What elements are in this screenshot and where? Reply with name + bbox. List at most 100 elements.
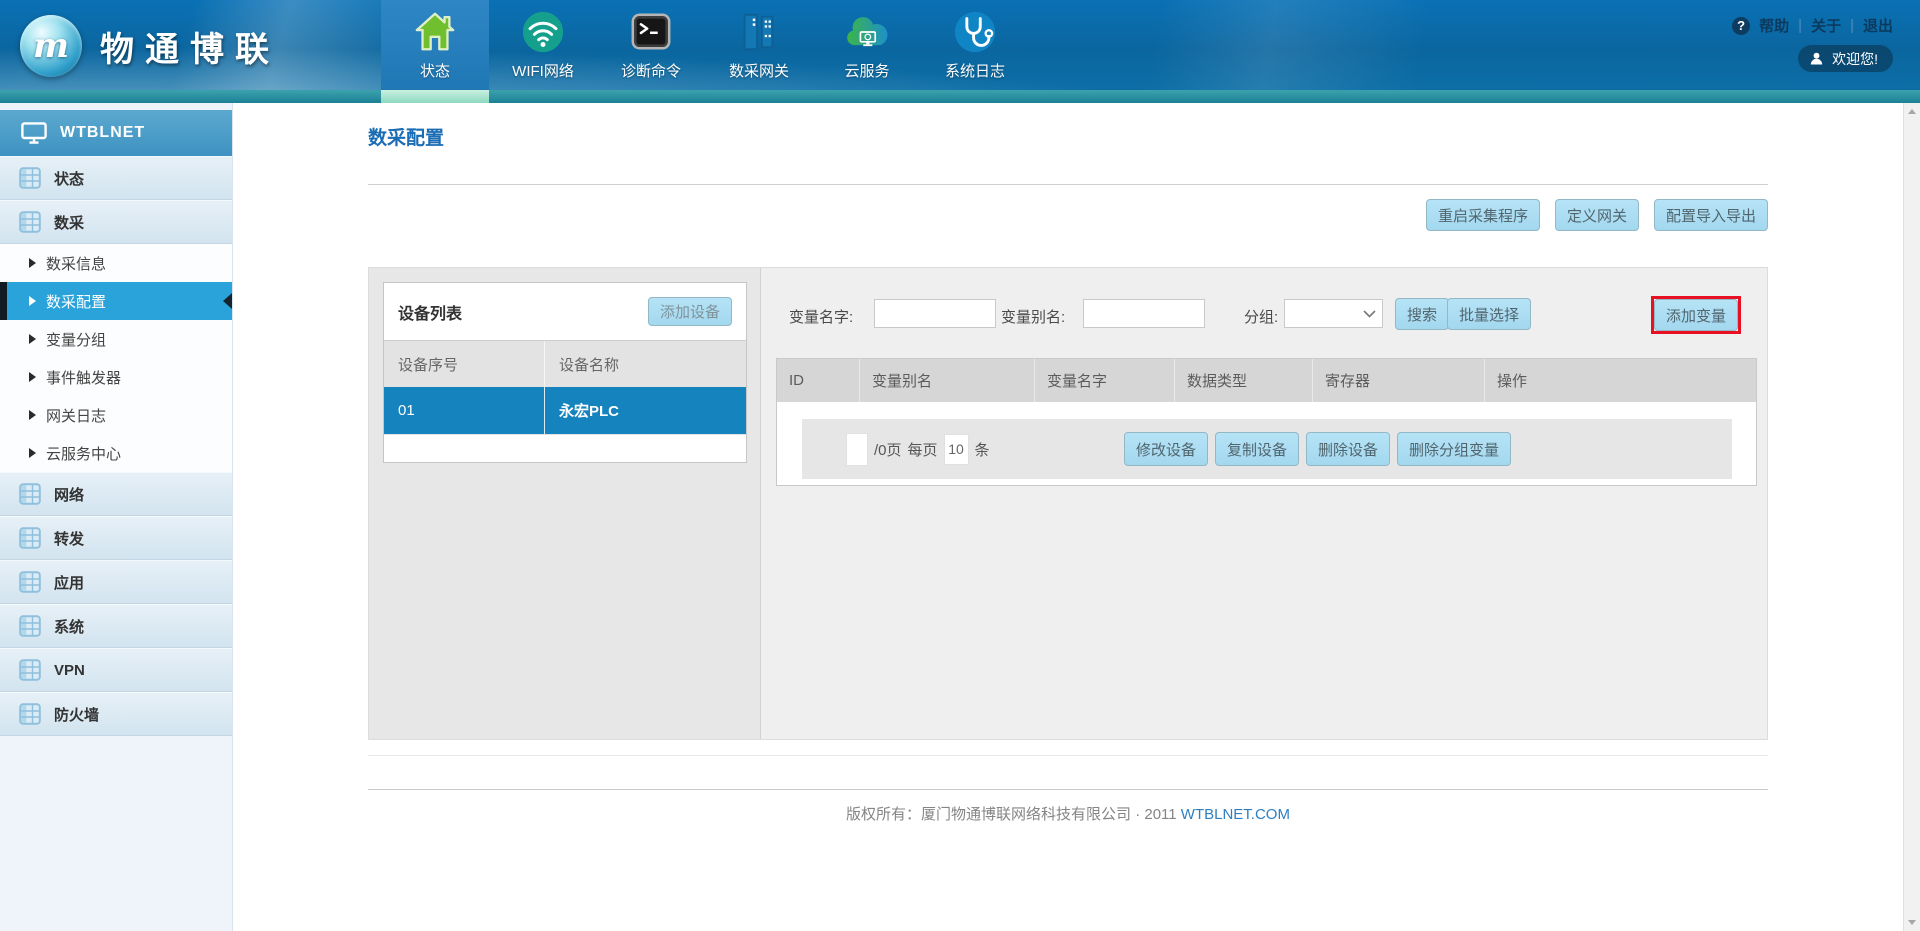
page-title: 数采配置 [368, 123, 444, 150]
sidebar-item-network[interactable]: 网络 [0, 472, 232, 516]
stethoscope-icon [952, 9, 998, 55]
device-list-header: 设备列表 添加设备 [384, 283, 746, 340]
sidebar-title: WTBLNET [0, 110, 232, 156]
scroll-down-arrow-icon[interactable] [1908, 920, 1916, 925]
nav-tab-wifi-network[interactable]: WIFI网络 [489, 0, 597, 90]
sidebar-item-data-acquisition[interactable]: 数采 [0, 200, 232, 244]
logout-link[interactable]: 退出 [1863, 15, 1893, 36]
top-nav: 状态 WIFI网络 诊断命令 数采网关 [381, 0, 1029, 90]
per-page-input[interactable] [944, 434, 969, 465]
welcome-badge[interactable]: 欢迎您! [1798, 45, 1893, 72]
main-content: 数采配置 重启采集程序 定义网关 配置导入导出 设备列表 添加设备 设备序号 设… [233, 103, 1920, 931]
device-name-cell: 永宏PLC [545, 387, 746, 434]
sidebar-subitem-label: 网关日志 [46, 405, 106, 426]
top-links: ? 帮助 | 关于 | 退出 [1732, 15, 1893, 36]
define-gateway-button[interactable]: 定义网关 [1555, 199, 1639, 231]
variable-name-input[interactable] [874, 299, 996, 328]
footer-divider [368, 789, 1768, 790]
sidebar-item-status[interactable]: 状态 [0, 156, 232, 200]
vertical-scrollbar[interactable] [1903, 103, 1920, 931]
device-row-selected[interactable]: 01 永宏PLC [384, 387, 746, 434]
sidebar-item-application[interactable]: 应用 [0, 560, 232, 604]
device-table-header: 设备序号 设备名称 [384, 340, 746, 387]
about-link[interactable]: 关于 [1811, 15, 1841, 36]
copy-device-button[interactable]: 复制设备 [1215, 432, 1299, 466]
header-strip [0, 90, 1920, 103]
variable-alias-input[interactable] [1083, 299, 1205, 328]
add-variable-highlight: 添加变量 [1651, 296, 1741, 334]
gateway-icon [736, 9, 782, 55]
grid-icon [19, 167, 41, 189]
group-select[interactable] [1284, 299, 1383, 328]
nav-tab-diagnostic-command[interactable]: 诊断命令 [597, 0, 705, 90]
sidebar-subitem-label: 数采信息 [46, 253, 106, 274]
footer: 版权所有：厦门物通博联网络科技有限公司 · 2011 WTBLNET.COM [368, 803, 1768, 824]
help-icon: ? [1732, 17, 1750, 35]
per-page-label: 每页 [908, 439, 938, 460]
sidebar-subitem-variable-group[interactable]: 变量分组 [0, 320, 232, 358]
content-bottom-divider [368, 755, 1768, 756]
wtblnet-admin-page: m 物通博联 状态 WIFI网络 诊断命令 [0, 0, 1920, 931]
sidebar-subitem-cloud-center[interactable]: 云服务中心 [0, 434, 232, 472]
scroll-up-arrow-icon[interactable] [1908, 109, 1916, 114]
wtblnet-link[interactable]: WTBLNET.COM [1181, 806, 1290, 823]
collection-config-panel: 设备列表 添加设备 设备序号 设备名称 01 永宏PLC 变量名字: 变量别名:… [368, 267, 1768, 740]
grid-icon [19, 615, 41, 637]
device-list-title: 设备列表 [398, 300, 462, 324]
sidebar-item-forwarding[interactable]: 转发 [0, 516, 232, 560]
nav-tab-data-gateway[interactable]: 数采网关 [705, 0, 813, 90]
sidebar-subitem-collection-info[interactable]: 数采信息 [0, 244, 232, 282]
help-link[interactable]: 帮助 [1759, 15, 1789, 36]
cloud-icon [844, 9, 890, 55]
sidebar-subitem-gateway-log[interactable]: 网关日志 [0, 396, 232, 434]
column-register: 寄存器 [1313, 359, 1485, 402]
grid-icon [19, 527, 41, 549]
batch-select-button[interactable]: 批量选择 [1447, 298, 1531, 330]
sidebar-item-label: 系统 [54, 616, 84, 637]
search-button[interactable]: 搜索 [1395, 298, 1449, 330]
sidebar-title-text: WTBLNET [60, 124, 145, 142]
nav-tab-status[interactable]: 状态 [381, 0, 489, 90]
chevron-down-icon [1363, 310, 1376, 318]
sidebar-item-vpn[interactable]: VPN [0, 648, 232, 692]
nav-tab-system-log[interactable]: 系统日志 [921, 0, 1029, 90]
top-header: m 物通博联 状态 WIFI网络 诊断命令 [0, 0, 1920, 90]
nav-tab-label: 云服务 [844, 60, 889, 81]
active-tab-strip [381, 90, 489, 103]
sidebar-subitem-event-trigger[interactable]: 事件触发器 [0, 358, 232, 396]
link-separator: | [1850, 17, 1854, 34]
home-icon [412, 9, 458, 55]
nav-tab-label: 数采网关 [729, 60, 789, 81]
grid-icon [19, 703, 41, 725]
delete-group-variable-button[interactable]: 删除分组变量 [1397, 432, 1511, 466]
modify-device-button[interactable]: 修改设备 [1124, 432, 1208, 466]
pagination-controls: /0页 每页 条 [846, 432, 990, 466]
column-variable-name: 变量名字 [1035, 359, 1175, 402]
config-import-export-button[interactable]: 配置导入导出 [1654, 199, 1768, 231]
sidebar-item-firewall[interactable]: 防火墙 [0, 692, 232, 736]
sidebar-item-system[interactable]: 系统 [0, 604, 232, 648]
sidebar-item-label: 状态 [54, 168, 84, 189]
nav-tab-label: WIFI网络 [512, 60, 574, 81]
device-serial-cell: 01 [384, 387, 545, 434]
add-variable-button[interactable]: 添加变量 [1654, 299, 1738, 331]
nav-tab-cloud-service[interactable]: 云服务 [813, 0, 921, 90]
group-label: 分组: [1244, 306, 1278, 327]
device-empty-row [384, 434, 746, 461]
user-icon [1809, 51, 1824, 66]
variable-alias-label: 变量别名: [1001, 306, 1065, 327]
nav-tab-label: 状态 [420, 60, 450, 81]
toolbar: 重启采集程序 定义网关 配置导入导出 [1426, 199, 1768, 231]
variable-name-label: 变量名字: [789, 306, 853, 327]
unit-label: 条 [975, 439, 990, 460]
restart-collector-button[interactable]: 重启采集程序 [1426, 199, 1540, 231]
device-name-column: 设备名称 [545, 341, 746, 387]
page-number-input[interactable] [846, 433, 868, 466]
copyright-text: 版权所有：厦门物通博联网络科技有限公司 · 2011 [846, 806, 1177, 823]
sidebar-subitem-collection-config[interactable]: 数采配置 [0, 282, 232, 320]
column-actions: 操作 [1485, 359, 1756, 402]
sidebar-item-label: 转发 [54, 528, 84, 549]
add-device-button[interactable]: 添加设备 [648, 297, 732, 326]
delete-device-button[interactable]: 删除设备 [1306, 432, 1390, 466]
caret-right-icon [29, 372, 36, 382]
